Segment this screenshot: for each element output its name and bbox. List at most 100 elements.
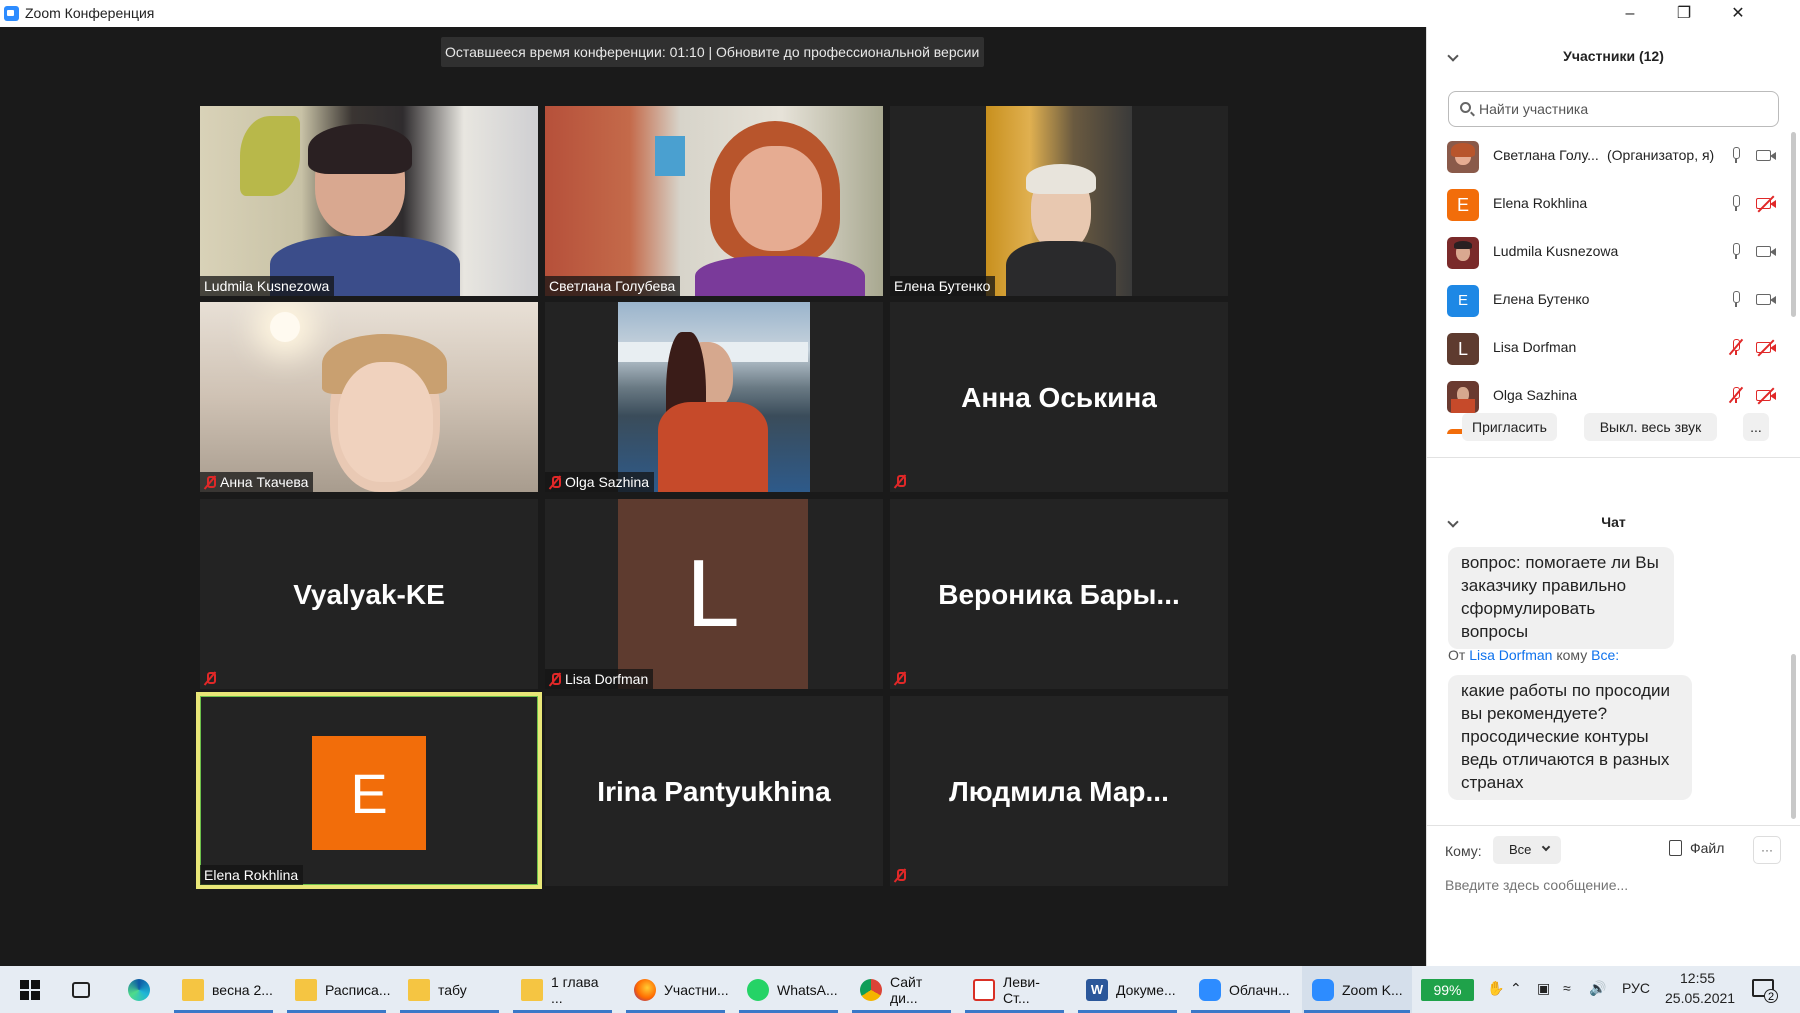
- windows-logo-icon: [20, 979, 40, 1000]
- video-tile[interactable]: Анна Оськина: [890, 302, 1228, 492]
- participant-row[interactable]: E Elena Rokhlina: [1427, 180, 1800, 228]
- chat-more-button[interactable]: ···: [1753, 836, 1781, 864]
- edge-button[interactable]: [118, 966, 162, 1013]
- participant-name: Анна Оськина: [961, 382, 1157, 413]
- participant-row[interactable]: Ludmila Kusnezowa: [1427, 228, 1800, 276]
- camera-icon[interactable]: [1756, 150, 1776, 161]
- muted-mic-icon: [894, 868, 906, 882]
- video-tile[interactable]: Vyalyak-KE: [200, 499, 538, 689]
- chevron-up-icon[interactable]: ⌃: [1510, 980, 1522, 997]
- video-tile[interactable]: Елена Бутенко: [890, 106, 1228, 296]
- recipient-name[interactable]: Все:: [1591, 647, 1619, 663]
- more-options-button[interactable]: ...: [1743, 413, 1769, 441]
- taskbar-item[interactable]: весна 2...: [172, 966, 275, 1013]
- participant-name: Vyalyak-KE: [293, 579, 445, 610]
- network-icon[interactable]: ▣: [1537, 980, 1550, 997]
- firefox-icon: [634, 978, 656, 1001]
- chat-scrollbar[interactable]: [1791, 654, 1796, 819]
- taskbar-item[interactable]: Облачн...: [1189, 966, 1292, 1013]
- video-tile[interactable]: Вероника Бары...: [890, 499, 1228, 689]
- video-tile[interactable]: Людмила Мар...: [890, 696, 1228, 886]
- participants-scrollbar[interactable]: [1791, 132, 1796, 317]
- taskbar-item-active[interactable]: Zoom K...: [1302, 966, 1412, 1013]
- sender-name[interactable]: Lisa Dorfman: [1469, 647, 1552, 663]
- participant-row[interactable]: E Елена Бутенко: [1427, 276, 1800, 324]
- video-tile[interactable]: L Lisa Dorfman: [545, 499, 883, 689]
- taskbar-item[interactable]: 1 глава ...: [511, 966, 614, 1013]
- participant-name: Светлана Голу...: [1493, 147, 1599, 163]
- invite-button[interactable]: Пригласить: [1462, 413, 1557, 441]
- mic-icon[interactable]: [1731, 243, 1741, 260]
- recipient-select[interactable]: Все: [1493, 836, 1561, 864]
- participant-row[interactable]: L Lisa Dorfman: [1427, 324, 1800, 372]
- taskbar-item[interactable]: табу: [398, 966, 501, 1013]
- taskbar-item[interactable]: W Докуме...: [1076, 966, 1179, 1013]
- video-tile[interactable]: Светлана Голубева: [545, 106, 883, 296]
- video-tile[interactable]: Irina Pantyukhina: [545, 696, 883, 886]
- start-button[interactable]: [10, 966, 50, 1013]
- participant-row[interactable]: Светлана Голу... (Организатор, я): [1427, 132, 1800, 180]
- mic-off-icon[interactable]: [1728, 386, 1744, 404]
- zoom-icon: [1312, 978, 1334, 1001]
- search-icon: [1460, 102, 1471, 113]
- taskbar-item[interactable]: Расписа...: [285, 966, 391, 1013]
- language-indicator[interactable]: РУС: [1622, 980, 1650, 996]
- search-input[interactable]: [1479, 99, 1759, 119]
- avatar: [1447, 141, 1479, 173]
- window-title: Zoom Конференция: [25, 5, 155, 21]
- camera-icon[interactable]: [1756, 294, 1776, 305]
- taskbar-item[interactable]: Леви-Ст...: [963, 966, 1066, 1013]
- task-view-button[interactable]: [62, 966, 106, 1013]
- restore-button[interactable]: ❐: [1658, 0, 1710, 27]
- mute-all-button[interactable]: Выкл. весь звук: [1584, 413, 1717, 441]
- mic-off-icon[interactable]: [1728, 338, 1744, 356]
- taskbar-item[interactable]: WhatsA...: [737, 966, 840, 1013]
- notification-count: 2: [1764, 989, 1778, 1003]
- avatar: E: [1447, 189, 1479, 221]
- side-panel: Участники (12) Светлана Голу... (Организ…: [1426, 27, 1800, 966]
- folder-icon: [295, 978, 317, 1001]
- clock-date[interactable]: 25.05.2021: [1665, 990, 1735, 1006]
- participant-search[interactable]: [1448, 91, 1779, 127]
- video-tile[interactable]: Olga Sazhina: [545, 302, 883, 492]
- avatar: L: [1447, 333, 1479, 365]
- camera-off-icon[interactable]: [1756, 387, 1776, 405]
- file-icon: [1669, 840, 1682, 856]
- participant-role: (Организатор, я): [1607, 147, 1715, 163]
- camera-icon[interactable]: [1756, 246, 1776, 257]
- minimize-button[interactable]: –: [1604, 0, 1656, 27]
- volume-icon[interactable]: 🔊: [1589, 980, 1606, 997]
- battery-indicator[interactable]: 99%: [1421, 979, 1474, 1001]
- time-remaining-banner[interactable]: Оставшееся время конференции: 01:10 | Об…: [441, 37, 985, 67]
- chat-message-input[interactable]: [1445, 873, 1775, 897]
- participant-name: Вероника Бары...: [938, 579, 1180, 610]
- close-button[interactable]: ✕: [1712, 0, 1764, 27]
- collapse-chevron-icon[interactable]: [1447, 516, 1459, 528]
- video-tile[interactable]: Ludmila Kusnezowa: [200, 106, 538, 296]
- chat-sender-line: От Lisa Dorfman кому Все:: [1448, 647, 1620, 663]
- mic-icon[interactable]: [1731, 291, 1741, 308]
- camera-off-icon[interactable]: [1756, 195, 1776, 213]
- divider: [1427, 457, 1800, 458]
- taskbar-item[interactable]: Сайт ди...: [850, 966, 953, 1013]
- tile-name-label: Светлана Голубева: [545, 276, 681, 296]
- file-button[interactable]: Файл: [1669, 840, 1724, 856]
- folder-icon: [408, 978, 430, 1001]
- wifi-icon[interactable]: ≈: [1563, 980, 1571, 996]
- word-icon: W: [1086, 978, 1108, 1001]
- avatar: [1447, 237, 1479, 269]
- pdf-icon: [973, 978, 995, 1001]
- video-tile[interactable]: Анна Ткачева: [200, 302, 538, 492]
- touch-keyboard-icon[interactable]: ✋: [1487, 980, 1504, 997]
- mic-icon[interactable]: [1731, 147, 1741, 164]
- tile-name-label: Elena Rokhlina: [200, 865, 304, 885]
- camera-off-icon[interactable]: [1756, 339, 1776, 357]
- participant-video: [618, 302, 810, 492]
- collapse-chevron-icon[interactable]: [1447, 50, 1459, 62]
- notifications-icon[interactable]: 2: [1752, 979, 1778, 1003]
- participant-avatar: L: [618, 499, 808, 689]
- mic-icon[interactable]: [1731, 195, 1741, 212]
- clock-time[interactable]: 12:55: [1680, 970, 1715, 986]
- active-speaker-tile[interactable]: E Elena Rokhlina: [196, 692, 542, 889]
- taskbar-item[interactable]: Участни...: [624, 966, 729, 1013]
